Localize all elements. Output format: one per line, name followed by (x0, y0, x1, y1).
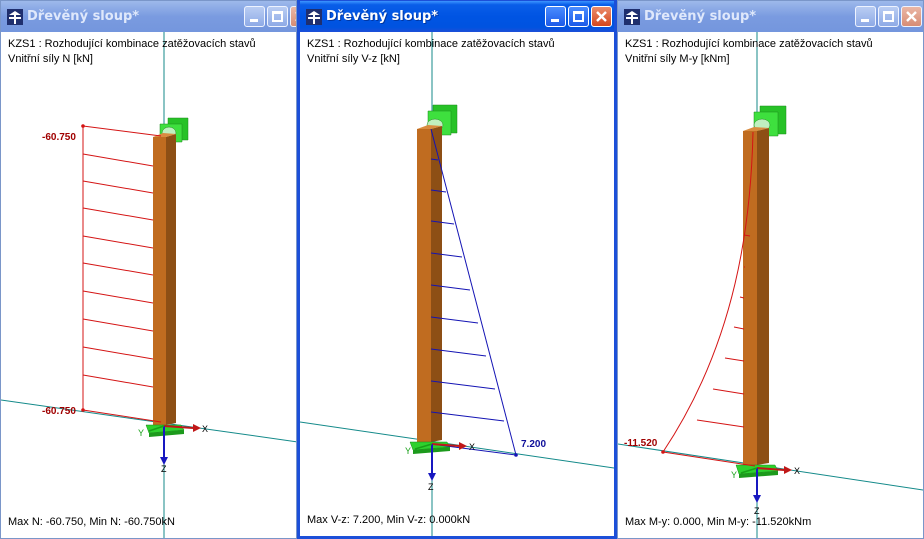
window-title: Dřevěný sloup* (326, 9, 439, 24)
load-case-label: KZS1 : Rozhodující kombinace zatěžovacíc… (8, 38, 256, 50)
close-button[interactable] (591, 6, 612, 27)
axis-label-z: Z (754, 506, 760, 516)
window-shear-force[interactable]: Dřevěný sloup* 7.200 X Y Z KZS1: Rozhod… (297, 0, 617, 539)
result-status-text: Max N: -60.750, Min N: -60.750kN (8, 516, 175, 528)
result-graphic-shear-force[interactable]: 7.200 X Y Z (300, 32, 614, 539)
maximize-icon (272, 11, 283, 22)
minimize-button[interactable] (545, 6, 566, 27)
close-button[interactable] (901, 6, 922, 27)
maximize-button[interactable] (878, 6, 899, 27)
axis-label-x: X (794, 466, 800, 476)
result-graphic-normal-force[interactable]: -60.750 -60.750 X Y Z (1, 32, 297, 539)
shear-force-diagram (430, 128, 517, 456)
wood-column-app-icon (306, 8, 322, 25)
diagram-point-top (81, 124, 85, 128)
value-label-top: -60.750 (42, 132, 76, 143)
result-info: KZS1 : Rozhodující kombinace zatěžovacíc… (625, 37, 873, 67)
diagram-point-bottom (81, 408, 85, 412)
close-icon (906, 11, 917, 22)
window-titlebar[interactable]: Dřevěný sloup* (1, 1, 296, 32)
diagram-point-bottom (514, 453, 518, 457)
window-titlebar[interactable]: Dřevěný sloup* (618, 1, 923, 32)
close-icon (596, 11, 607, 22)
maximize-icon (883, 11, 894, 22)
diagram-point-bottom (661, 450, 665, 454)
result-info: KZS1 : Rozhodující kombinace zatěžovacíc… (8, 37, 256, 67)
normal-force-diagram (82, 125, 162, 423)
minimize-icon (250, 19, 258, 22)
close-button[interactable] (290, 6, 296, 27)
axis-label-y: Y (731, 470, 737, 480)
result-graphic-bending-moment[interactable]: -11.520 X Y Z (618, 32, 923, 539)
value-label-bottom: 7.200 (521, 439, 546, 450)
minimize-button[interactable] (855, 6, 876, 27)
window-normal-force[interactable]: Dřevěný sloup* -60.750 -60.750 X Y Z KZS… (0, 0, 297, 539)
axis-label-z: Z (428, 482, 434, 492)
window-title: Dřevěný sloup* (644, 9, 757, 24)
window-bending-moment[interactable]: Dřevěný sloup* -11.520 X Y Z KZS1: Rozh… (617, 0, 924, 539)
axis-label-x: X (202, 424, 208, 434)
maximize-button[interactable] (267, 6, 288, 27)
axis-label-y: Y (138, 428, 144, 438)
load-case-label: KZS1 : Rozhodující kombinace zatěžovacíc… (625, 38, 873, 50)
result-type-label: Vnitřní síly V-z [kN] (307, 53, 400, 65)
axis-label-y: Y (405, 446, 411, 456)
timber-column (743, 127, 769, 465)
result-info: KZS1 : Rozhodující kombinace zatěžovacíc… (307, 37, 555, 67)
timber-column (417, 125, 442, 442)
maximize-button[interactable] (568, 6, 589, 27)
result-type-label: Vnitřní síly M-y [kNm] (625, 53, 730, 65)
result-type-label: Vnitřní síly N [kN] (8, 53, 93, 65)
wood-column-app-icon (624, 8, 640, 25)
bending-moment-diagram (662, 131, 756, 467)
minimize-icon (861, 19, 869, 22)
result-status-text: Max V-z: 7.200, Min V-z: 0.000kN (307, 514, 471, 526)
minimize-icon (551, 19, 559, 22)
axis-label-z: Z (161, 464, 167, 474)
result-status-text: Max M-y: 0.000, Min M-y: -11.520kNm (625, 516, 812, 528)
maximize-icon (573, 11, 584, 22)
value-label-bottom: -60.750 (42, 406, 76, 417)
window-titlebar[interactable]: Dřevěný sloup* (300, 1, 614, 32)
wood-column-app-icon (7, 8, 23, 25)
value-label-bottom: -11.520 (624, 438, 658, 449)
minimize-button[interactable] (244, 6, 265, 27)
load-case-label: KZS1 : Rozhodující kombinace zatěžovacíc… (307, 38, 555, 50)
axis-label-x: X (469, 442, 475, 452)
timber-column (153, 133, 176, 425)
window-title: Dřevěný sloup* (27, 9, 140, 24)
